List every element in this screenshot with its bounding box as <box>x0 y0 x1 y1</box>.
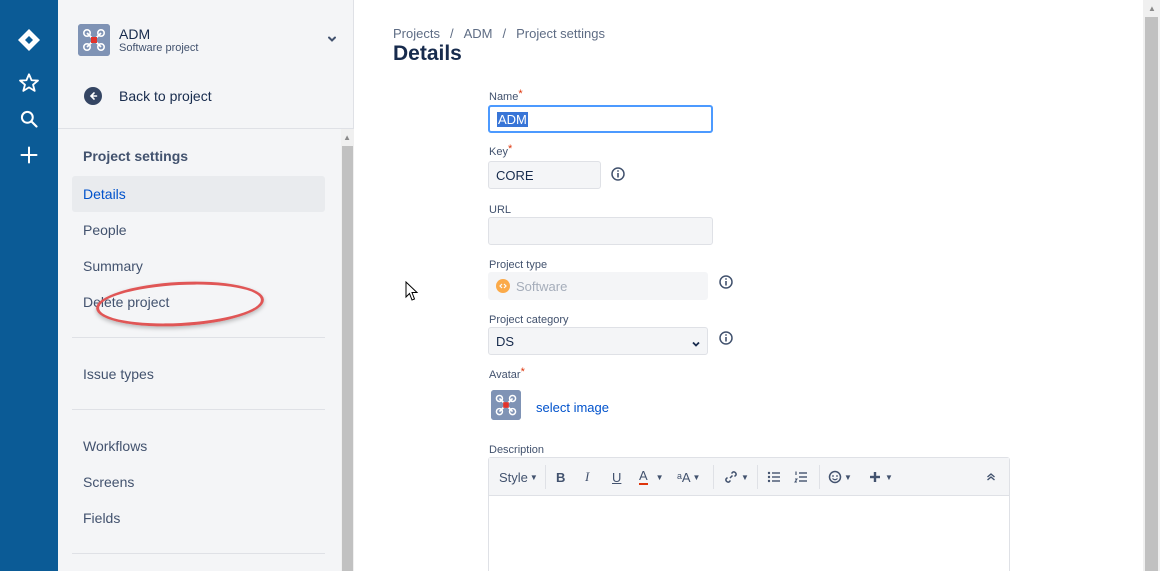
search-icon[interactable] <box>17 107 41 131</box>
project-category-label: Project category <box>489 314 569 326</box>
sidebar-scroll-thumb[interactable] <box>342 146 353 571</box>
sidebar-scroll-area: Project settings Details People Summary … <box>58 128 354 571</box>
info-icon[interactable] <box>611 167 625 181</box>
star-icon[interactable] <box>17 71 41 95</box>
info-icon[interactable] <box>719 331 733 345</box>
back-to-project-link[interactable]: Back to project <box>84 86 212 106</box>
main-content: Projects / ADM / Project settings Details Na… <box>355 0 1143 571</box>
sidebar-divider <box>72 409 325 410</box>
project-avatar <box>78 24 110 56</box>
text-size-button[interactable]: ᵃA ▼ <box>677 468 700 486</box>
breadcrumb-adm[interactable]: ADM <box>464 26 493 41</box>
project-category-select[interactable]: DS <box>488 327 708 355</box>
page-scrollbar[interactable]: ▲ <box>1143 0 1160 571</box>
toolbar-divider <box>819 465 820 489</box>
link-icon[interactable]: ▼ <box>723 468 749 486</box>
url-label: URL <box>489 204 512 216</box>
software-icon <box>496 279 510 293</box>
back-to-project-label: Back to project <box>119 88 212 104</box>
project-name: ADM <box>119 26 151 42</box>
description-editor[interactable]: Style ▼ B I U A ▼ ᵃA ▼ ▼ ▼ ▼ <box>488 457 1010 571</box>
info-icon[interactable] <box>719 275 733 289</box>
select-image-link[interactable]: select image <box>536 400 609 415</box>
emoji-icon[interactable]: ▼ <box>828 468 852 486</box>
breadcrumb-project-settings[interactable]: Project settings <box>516 26 605 41</box>
key-label: Key* <box>489 143 513 158</box>
arrow-left-icon <box>84 87 102 105</box>
sidebar-item-summary[interactable]: Summary <box>72 248 325 284</box>
sidebar-divider <box>72 553 325 554</box>
style-dropdown[interactable]: Style ▼ <box>499 468 538 486</box>
toolbar-divider <box>757 465 758 489</box>
sidebar-item-screens[interactable]: Screens <box>72 464 325 500</box>
name-input[interactable]: ADM <box>488 105 713 133</box>
project-switcher[interactable]: ADM Software project <box>78 22 338 62</box>
breadcrumb: Projects / ADM / Project settings <box>393 26 605 41</box>
project-type: Software project <box>119 42 199 54</box>
project-type-label: Project type <box>489 259 548 271</box>
sidebar-scrollbar[interactable]: ▲ <box>341 129 354 571</box>
editor-toolbar: Style ▼ B I U A ▼ ᵃA ▼ ▼ ▼ ▼ <box>489 458 1009 496</box>
project-type-field: Software <box>488 272 708 300</box>
insert-plus-icon[interactable]: ▼ <box>869 468 893 486</box>
scroll-up-arrow-icon[interactable]: ▲ <box>343 133 351 142</box>
key-input[interactable]: CORE <box>488 161 601 189</box>
collapse-toolbar-icon[interactable] <box>985 468 997 486</box>
chevron-down-icon <box>691 337 701 352</box>
page-scroll-thumb[interactable] <box>1145 17 1158 571</box>
description-label: Description <box>489 444 545 456</box>
sidebar-item-details[interactable]: Details <box>72 176 325 212</box>
name-label: Name* <box>489 88 523 103</box>
bullet-list-icon[interactable] <box>767 468 781 486</box>
url-input[interactable] <box>488 217 713 245</box>
bold-button[interactable]: B <box>556 468 565 486</box>
underline-button[interactable]: U <box>612 468 621 486</box>
sidebar-item-delete-project[interactable]: Delete project <box>72 284 325 320</box>
mouse-cursor-icon <box>405 280 419 308</box>
sidebar-item-fields[interactable]: Fields <box>72 500 325 536</box>
jira-logo-icon[interactable] <box>17 28 41 52</box>
project-avatar-preview[interactable] <box>491 390 521 420</box>
toolbar-divider <box>545 465 546 489</box>
chevron-down-icon[interactable] <box>326 32 338 50</box>
breadcrumb-projects[interactable]: Projects <box>393 26 440 41</box>
page-title: Details <box>393 42 462 65</box>
sidebar-item-people[interactable]: People <box>72 212 325 248</box>
global-nav-rail <box>0 0 58 571</box>
italic-button[interactable]: I <box>585 468 589 486</box>
toolbar-divider <box>713 465 714 489</box>
plus-icon[interactable] <box>17 143 41 167</box>
sidebar-item-workflows[interactable]: Workflows <box>72 428 325 464</box>
avatar-label: Avatar* <box>489 366 525 381</box>
project-sidebar: ADM Software project Back to project Pro… <box>58 0 354 571</box>
scroll-up-arrow-icon[interactable]: ▲ <box>1148 4 1156 13</box>
text-color-button[interactable]: A ▼ <box>639 468 664 486</box>
sidebar-divider <box>72 337 325 338</box>
sidebar-item-issue-types[interactable]: Issue types <box>72 356 325 392</box>
numbered-list-icon[interactable] <box>794 468 808 486</box>
sidebar-section-title: Project settings <box>83 148 189 164</box>
